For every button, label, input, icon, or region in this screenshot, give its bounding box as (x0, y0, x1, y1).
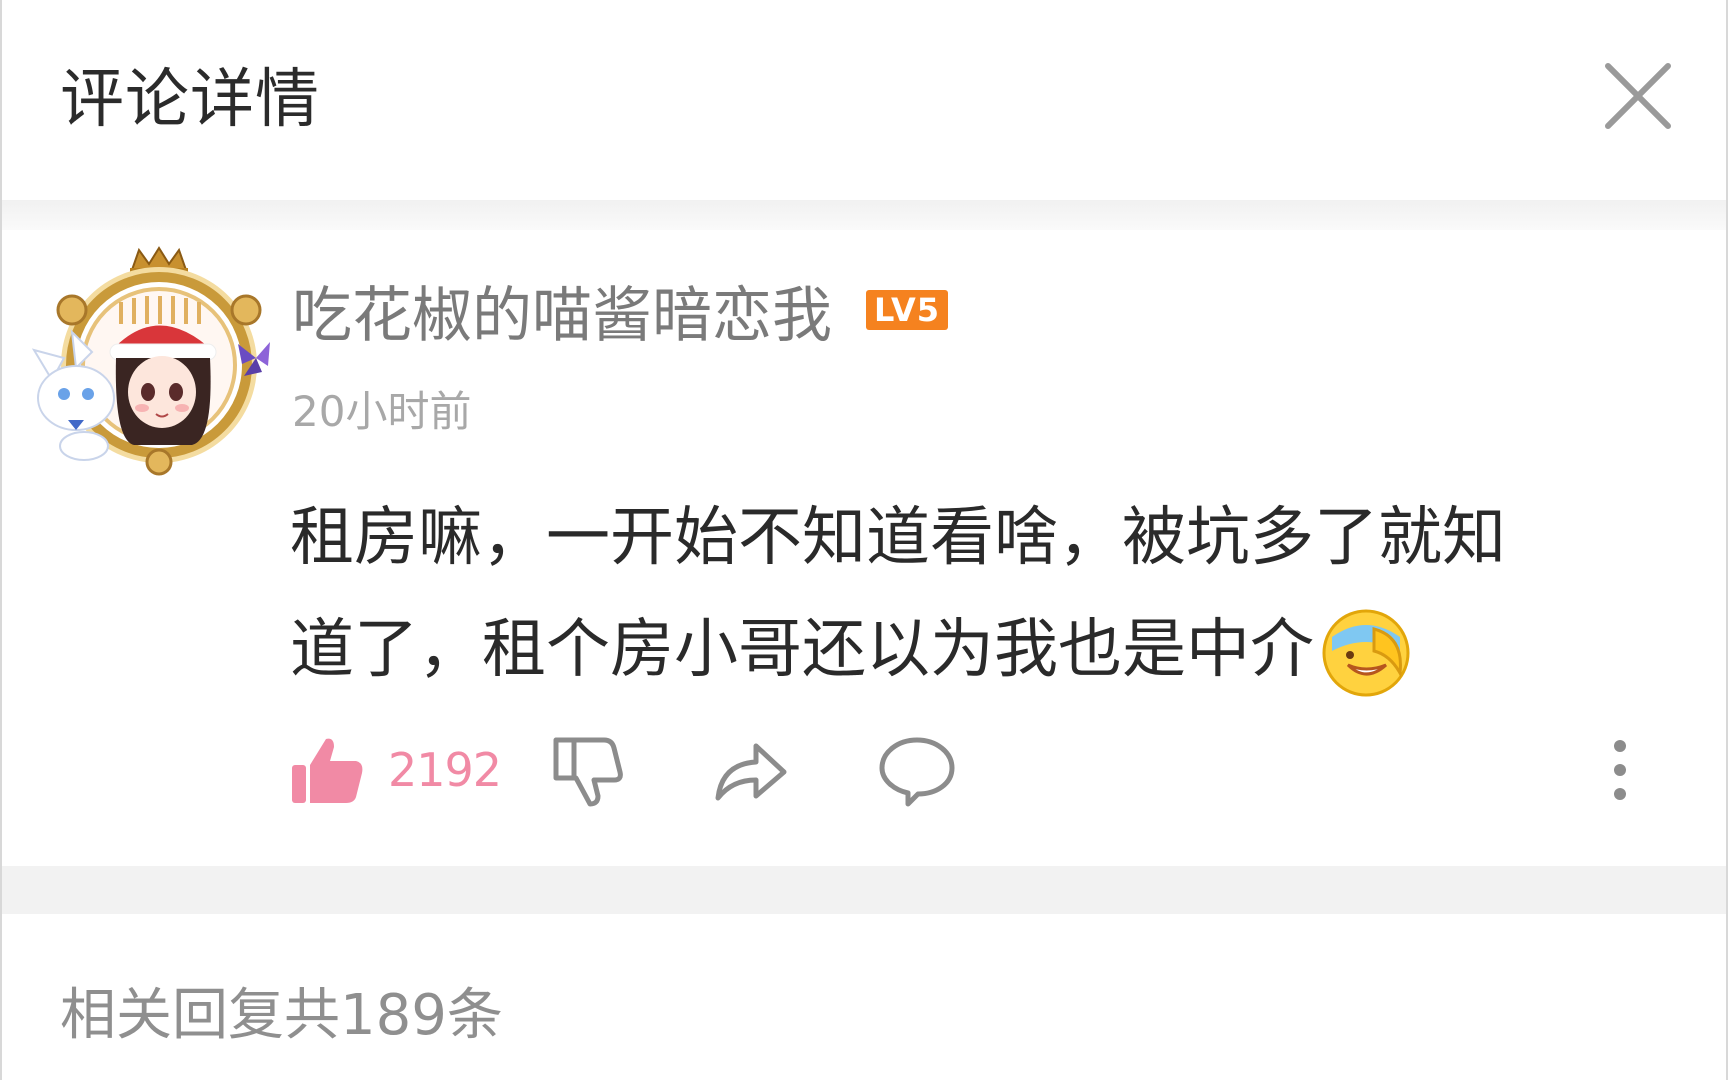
thumbs-down-icon (553, 737, 623, 807)
avatar[interactable] (24, 240, 274, 480)
timestamp: 20小时前 (292, 387, 472, 436)
header: 评论详情 (2, 0, 1726, 200)
thumbs-up-icon (292, 738, 363, 803)
share-button[interactable] (712, 730, 788, 810)
avatar-image (31, 246, 270, 476)
more-vertical-icon (1614, 740, 1626, 800)
section-divider (2, 866, 1726, 914)
username[interactable]: 吃花椒的喵酱暗恋我 (292, 267, 832, 354)
share-arrow-icon (715, 743, 787, 801)
close-icon (1605, 63, 1671, 129)
header-divider (2, 200, 1726, 230)
close-button[interactable] (1602, 60, 1674, 132)
reply-button[interactable] (878, 730, 956, 810)
comment-text: 租房嘛，一开始不知道看啥，被坑多了就知 道了，租个房小哥还以为我也是中介 (290, 482, 1690, 706)
page-title: 评论详情 (60, 63, 320, 137)
like-count: 2192 (388, 743, 502, 797)
comment-text-line-2-row: 道了，租个房小哥还以为我也是中介 (290, 594, 1690, 706)
comment-detail-page: 评论详情 吃花椒的喵酱暗恋我 LV5 20小时前 租房嘛，一开始不知道看啥，被坑… (0, 0, 1728, 1080)
comment-card: 吃花椒的喵酱暗恋我 LV5 20小时前 租房嘛，一开始不知道看啥，被坑多了就知 … (2, 230, 1726, 866)
level-badge: LV5 (866, 290, 949, 330)
comment-text-line-2: 道了，租个房小哥还以为我也是中介 (290, 613, 1314, 687)
comment-actions: 2192 (290, 730, 1640, 810)
username-row: 吃花椒的喵酱暗恋我 LV5 (292, 270, 949, 351)
facepalm-laugh-emoji (1322, 609, 1410, 697)
more-options-button[interactable] (1600, 730, 1640, 810)
comment-text-line-1: 租房嘛，一开始不知道看啥，被坑多了就知 (290, 501, 1506, 575)
dislike-button[interactable] (550, 730, 626, 810)
like-button[interactable]: 2192 (290, 730, 502, 810)
comment-bubble-icon (879, 737, 955, 807)
replies-summary: 相关回复共189条 (60, 983, 503, 1048)
